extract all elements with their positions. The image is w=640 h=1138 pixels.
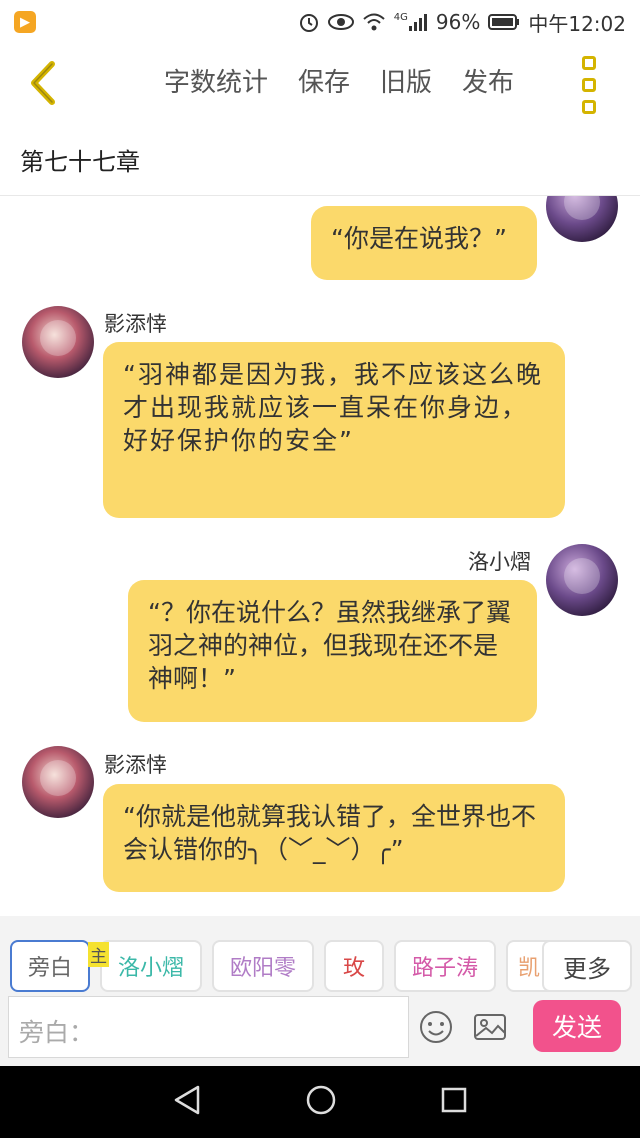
editor-toolbar: 字数统计 保存 旧版 发布 <box>0 44 640 122</box>
character-chip[interactable]: 玫 <box>324 940 384 992</box>
chat-area[interactable]: “你是在说我？” 影添悻 “羽神都是因为我，我不应该这么晚才出现我就应该一直呆在… <box>0 196 640 916</box>
message-bubble[interactable]: “你是在说我？” <box>311 206 537 280</box>
message-bubble[interactable]: “？你在说什么？虽然我继承了翼羽之神的神位，但我现在还不是神啊！” <box>128 580 537 722</box>
save-button[interactable]: 保存 <box>298 62 350 99</box>
chip-label: 玫 <box>342 956 365 981</box>
composer-panel: 旁白 洛小熠 欧阳零 玫 路子涛 凯 主 更多 旁白： 发送 <box>0 916 640 1066</box>
message-input[interactable]: 旁白： <box>8 996 409 1058</box>
alarm-icon <box>298 11 320 33</box>
speaker-name: 洛小熠 <box>468 550 531 574</box>
chip-label: 旁白 <box>27 956 72 981</box>
word-count-button[interactable]: 字数统计 <box>164 62 268 99</box>
chapter-title: 第七十七章 <box>20 148 140 176</box>
avatar[interactable] <box>22 306 94 378</box>
signal-icon: 4G <box>394 12 428 32</box>
main-character-tag: 主 <box>88 942 109 967</box>
toolbar-actions: 字数统计 保存 旧版 发布 <box>164 62 514 99</box>
more-characters-button[interactable]: 更多 <box>542 940 632 992</box>
speaker-name: 影添悻 <box>104 312 167 336</box>
back-chevron-icon[interactable] <box>22 58 66 108</box>
clock: 中午12:02 <box>528 11 626 36</box>
send-button[interactable]: 发送 <box>533 1000 621 1052</box>
wifi-icon <box>362 12 386 32</box>
character-chip[interactable]: 洛小熠 <box>100 940 202 992</box>
character-chip[interactable]: 欧阳零 <box>212 940 314 992</box>
publish-button[interactable]: 发布 <box>462 62 514 99</box>
status-bar: ▶ 4G 96% 中午12:02 <box>0 0 640 44</box>
emoji-icon[interactable] <box>418 1009 454 1045</box>
eye-icon <box>327 13 354 31</box>
message-bubble[interactable]: “你就是他就算我认错了，全世界也不会认错你的╮（﹀_﹀）╭” <box>103 784 565 892</box>
avatar[interactable] <box>546 544 618 616</box>
old-version-button[interactable]: 旧版 <box>380 62 432 99</box>
avatar[interactable] <box>22 746 94 818</box>
speaker-name: 影添悻 <box>104 753 167 777</box>
nav-home-icon[interactable] <box>305 1084 337 1120</box>
system-nav-bar <box>0 1066 640 1138</box>
battery-percent: 96% <box>435 10 481 34</box>
character-chip-narration[interactable]: 旁白 <box>10 940 90 992</box>
message-bubble[interactable]: “羽神都是因为我，我不应该这么晚才出现我就应该一直呆在你身边，好好保护你的安全” <box>103 342 565 518</box>
chip-label: 欧阳零 <box>229 956 296 981</box>
chip-label: 路子涛 <box>411 956 478 981</box>
nav-recent-icon[interactable] <box>440 1086 468 1118</box>
chip-label: 洛小熠 <box>117 956 184 981</box>
more-menu-icon[interactable] <box>574 56 604 114</box>
nav-back-icon[interactable] <box>172 1084 202 1120</box>
avatar[interactable] <box>546 196 618 242</box>
network-label: 4G <box>393 12 408 23</box>
chip-label: 凯 <box>518 956 541 981</box>
image-icon[interactable] <box>472 1009 508 1045</box>
character-chip[interactable]: 路子涛 <box>394 940 496 992</box>
app-icon: ▶ <box>14 11 36 33</box>
battery-icon <box>488 13 520 31</box>
